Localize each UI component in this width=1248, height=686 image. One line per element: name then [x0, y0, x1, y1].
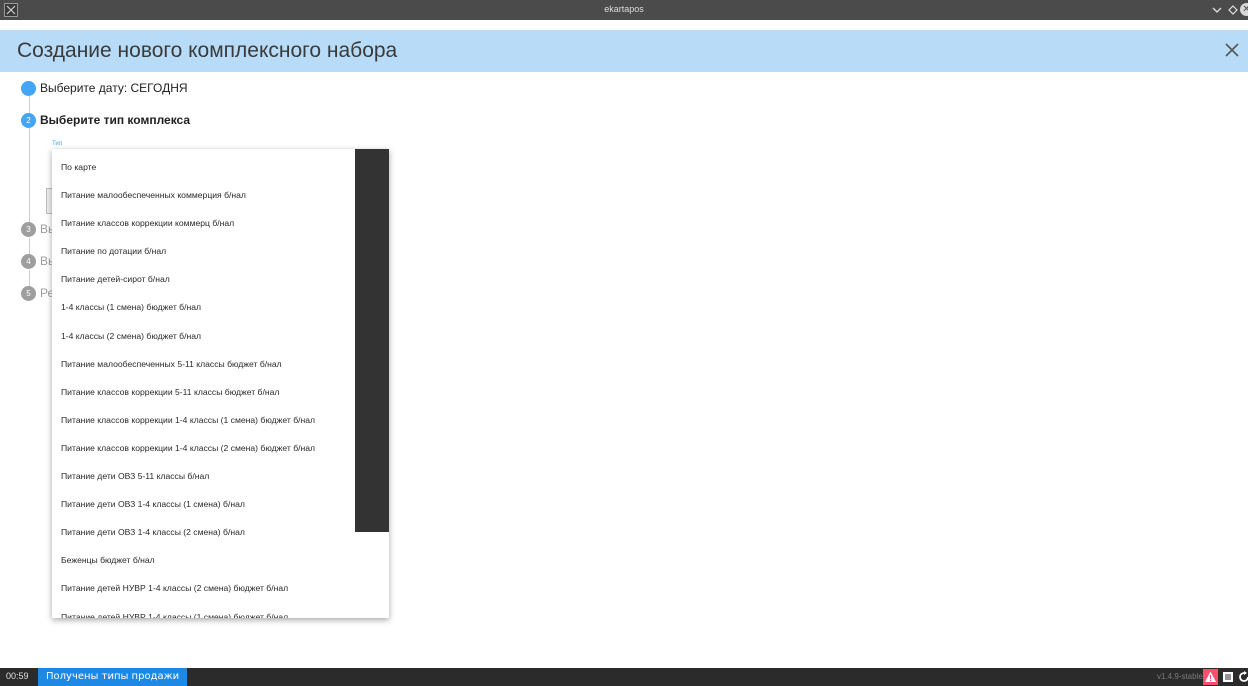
step-connector: [29, 96, 30, 114]
dropdown-option[interactable]: Питание дети ОВЗ 1-4 классы (2 смена) б/…: [52, 514, 355, 542]
dropdown-options: По карте Питание малообеспеченных коммер…: [52, 149, 355, 618]
step-indicator: 4: [21, 254, 36, 269]
dropdown-option[interactable]: 1-4 классы (2 смена) бюджет б/нал: [52, 318, 355, 346]
complex-type-dropdown[interactable]: По карте Питание малообеспеченных коммер…: [52, 149, 389, 618]
dropdown-scrollbar-thumb[interactable]: [355, 149, 389, 532]
dropdown-option[interactable]: Питание классов коррекции коммерц б/нал: [52, 205, 355, 233]
type-field-caption: Тип: [52, 141, 63, 147]
dropdown-option[interactable]: Беженцы бюджет б/нал: [52, 542, 355, 570]
dropdown-option[interactable]: Питание дети ОВЗ 1-4 классы (1 смена) б/…: [52, 486, 355, 514]
warning-icon[interactable]: [1203, 669, 1218, 685]
diamond-icon[interactable]: [1226, 3, 1240, 17]
app-window: ekartapos ✕ Создание нового комплексного…: [0, 0, 1248, 686]
close-icon[interactable]: [1222, 40, 1242, 60]
sync-icon[interactable]: [1238, 671, 1248, 683]
dropdown-option[interactable]: Питание детей-сирот б/нал: [52, 261, 355, 289]
step-label: Выберите дату: СЕГОДНЯ: [40, 81, 188, 95]
document-icon[interactable]: [1222, 671, 1234, 683]
dropdown-option[interactable]: Питание детей НУВР 1-4 классы (2 смена) …: [52, 570, 355, 598]
step-indicator: [21, 81, 36, 96]
status-time: 00:59: [6, 671, 29, 681]
dropdown-option[interactable]: Питание дети ОВЗ 5-11 классы б/нал: [52, 458, 355, 486]
dropdown-option[interactable]: По карте: [52, 149, 355, 177]
dropdown-option[interactable]: Питание по дотации б/нал: [52, 233, 355, 261]
window-titlebar: ekartapos ✕: [0, 0, 1248, 20]
dropdown-option[interactable]: Питание классов коррекции 1-4 классы (1 …: [52, 402, 355, 430]
step-label: Выберите тип комплекса: [40, 113, 191, 127]
app-version: v1.4.9-stable: [1157, 672, 1203, 681]
dropdown-option[interactable]: Питание классов коррекции 1-4 классы (2 …: [52, 430, 355, 458]
window-title: ekartapos: [604, 4, 644, 14]
dropdown-option[interactable]: Питание малообеспеченных коммерция б/нал: [52, 177, 355, 205]
step-indicator: 2: [21, 113, 36, 128]
status-message: Получены типы продажи: [38, 668, 188, 686]
chevron-down-icon[interactable]: [1210, 3, 1224, 17]
dialog-title: Создание нового комплексного набора: [17, 39, 398, 62]
status-bar: 00:59 Получены типы продажи v1.4.9-stabl…: [0, 668, 1248, 686]
step-connector: [29, 128, 30, 222]
dropdown-option[interactable]: Питание малообеспеченных 5-11 классы бюд…: [52, 346, 355, 374]
dropdown-option[interactable]: Питание классов коррекции 5-11 классы бю…: [52, 374, 355, 402]
dialog-header: Создание нового комплексного набора: [0, 30, 1248, 72]
step-indicator: 5: [21, 286, 36, 301]
dropdown-option[interactable]: 1-4 классы (1 смена) бюджет б/нал: [52, 289, 355, 317]
step-indicator: 3: [21, 222, 36, 237]
window-close-icon[interactable]: ✕: [1240, 3, 1248, 17]
dropdown-option[interactable]: Питание детей НУВР 1-4 классы (1 смена) …: [52, 599, 355, 619]
